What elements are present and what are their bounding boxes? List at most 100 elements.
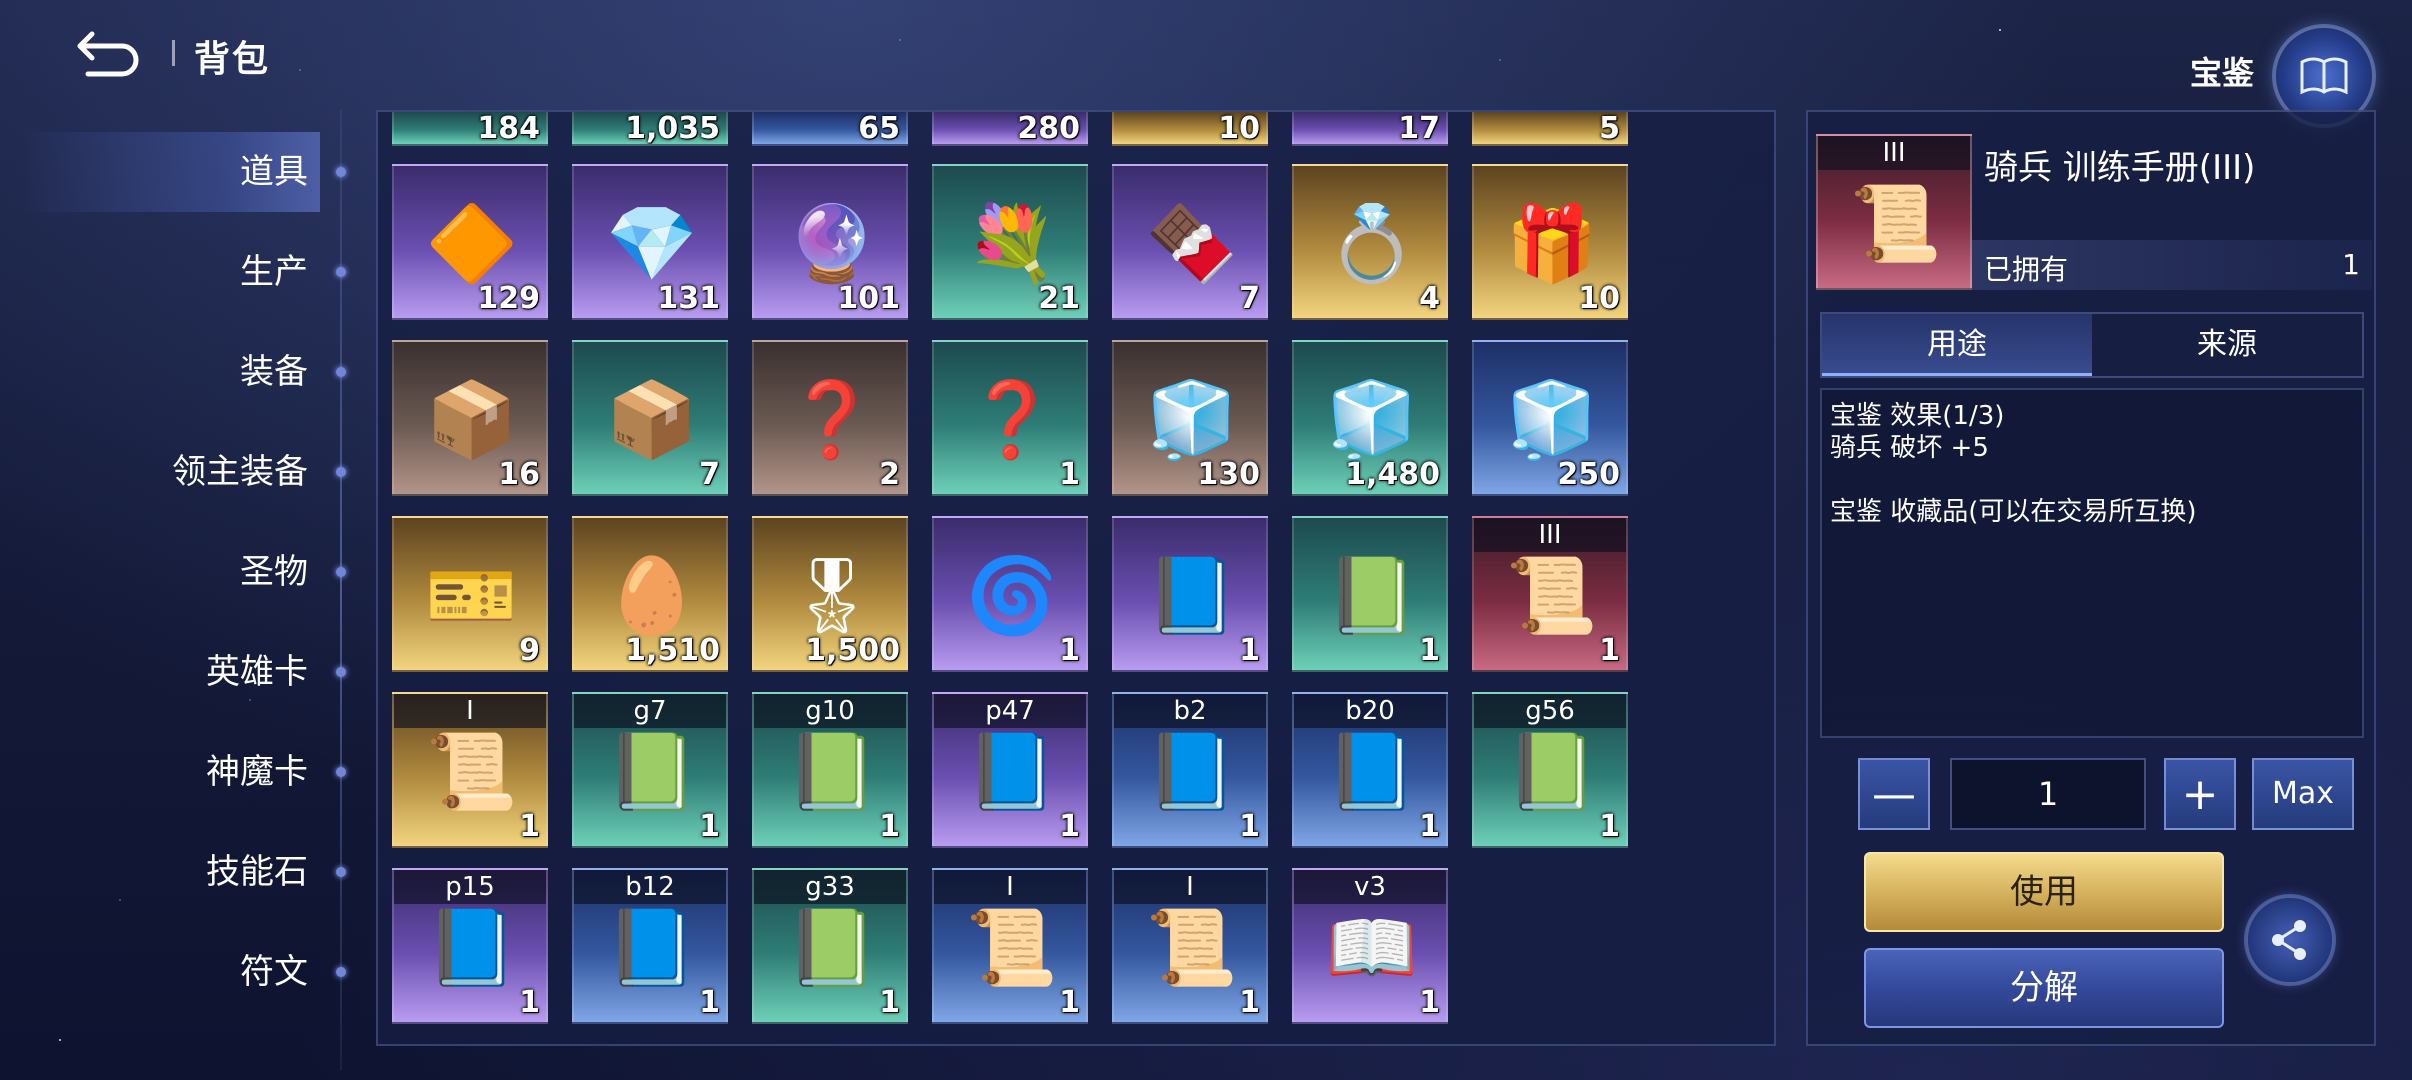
owned-label: 已拥有 <box>1984 253 2069 286</box>
inventory-slot[interactable]: 🎖 1,500 <box>752 516 908 672</box>
sidebar-item-relics[interactable]: 圣物 <box>20 532 320 612</box>
inventory-slot[interactable]: 📜 I 1 <box>392 692 548 848</box>
item-count: 1 <box>1419 633 1440 668</box>
item-count: 9 <box>519 633 540 668</box>
use-button[interactable]: 使用 <box>1864 852 2224 932</box>
item-count: 1 <box>1239 985 1260 1020</box>
item-tier-tag: b20 <box>1294 694 1446 728</box>
inventory-slot[interactable]: 📗 1 <box>1292 516 1448 672</box>
back-button[interactable] <box>72 22 148 82</box>
item-count: 1 <box>1059 633 1080 668</box>
item-count: 1,500 <box>805 633 900 668</box>
sidebar-item-production[interactable]: 生产 <box>20 232 320 312</box>
decrease-button[interactable]: — <box>1858 758 1930 830</box>
sidebar-item-props[interactable]: 道具 <box>20 132 320 212</box>
item-tier-tag: g7 <box>574 694 726 728</box>
share-button[interactable] <box>2248 898 2332 982</box>
inventory-slot[interactable]: 🎁 10 <box>1472 164 1628 320</box>
sidebar-dot <box>336 967 346 977</box>
item-count: 1 <box>879 985 900 1020</box>
inventory-slot[interactable]: 📖 v3 1 <box>1292 868 1448 1024</box>
item-count: 1 <box>1599 633 1620 668</box>
item-count: 184 <box>477 111 540 146</box>
inventory-slot[interactable]: ❓ 2 <box>752 340 908 496</box>
inventory-slot[interactable]: 📜 I 1 <box>932 868 1088 1024</box>
item-count: 1 <box>699 809 720 844</box>
inventory-slot[interactable]: 📘 p15 1 <box>392 868 548 1024</box>
item-count: 2 <box>879 457 900 492</box>
sidebar-item-skill-stones[interactable]: 技能石 <box>20 832 320 912</box>
quantity-input[interactable] <box>1950 758 2146 830</box>
item-count: 10 <box>1578 281 1620 316</box>
inventory-slot[interactable]: 10 <box>1112 112 1268 146</box>
inventory-slot[interactable]: 📜 I 1 <box>1112 868 1268 1024</box>
book-icon <box>2300 57 2348 95</box>
item-count: 1,510 <box>625 633 720 668</box>
inventory-slot[interactable]: 🌀 1 <box>932 516 1088 672</box>
sidebar-item-divine-cards[interactable]: 神魔卡 <box>20 732 320 812</box>
inventory-slot[interactable]: 📘 p47 1 <box>932 692 1088 848</box>
sidebar-dot <box>336 867 346 877</box>
item-tier-tag: I <box>394 694 546 728</box>
max-button[interactable]: Max <box>2252 758 2354 830</box>
inventory-slot[interactable]: 💐 21 <box>932 164 1088 320</box>
inventory-slot[interactable]: ❓ 1 <box>932 340 1088 496</box>
item-count: 16 <box>498 457 540 492</box>
inventory-slot[interactable]: 📗 g10 1 <box>752 692 908 848</box>
sidebar-dot <box>336 267 346 277</box>
inventory-slot[interactable]: 1,035 <box>572 112 728 146</box>
inventory-slot[interactable]: 📘 b12 1 <box>572 868 728 1024</box>
item-tier-tag: III <box>1818 136 1970 170</box>
inventory-slot[interactable]: 💎 131 <box>572 164 728 320</box>
item-tier-tag: III <box>1474 518 1626 552</box>
tab-source[interactable]: 来源 <box>2092 314 2362 376</box>
sidebar-dot <box>336 367 346 377</box>
inventory-slot[interactable]: 📦 16 <box>392 340 548 496</box>
item-count: 1 <box>1059 985 1080 1020</box>
item-count: 1 <box>1239 809 1260 844</box>
inventory-slot[interactable]: 🥚 1,510 <box>572 516 728 672</box>
inventory-slot[interactable]: 🔶 129 <box>392 164 548 320</box>
inventory-slot[interactable]: 📗 g7 1 <box>572 692 728 848</box>
category-sidebar: 道具 生产 装备 领主装备 圣物 英雄卡 神魔卡 技能石 符文 <box>0 110 350 1080</box>
inventory-slot[interactable]: 🍫 7 <box>1112 164 1268 320</box>
inventory-slot[interactable]: 📗 g56 1 <box>1472 692 1628 848</box>
item-count: 131 <box>657 281 720 316</box>
decompose-button[interactable]: 分解 <box>1864 948 2224 1028</box>
inventory-slot[interactable]: 184 <box>392 111 548 146</box>
sidebar-item-lord-equipment[interactable]: 领主装备 <box>20 432 320 512</box>
tab-usage[interactable]: 用途 <box>1822 314 2092 376</box>
sidebar-item-hero-cards[interactable]: 英雄卡 <box>20 632 320 712</box>
item-count: 1 <box>1239 633 1260 668</box>
item-tier-tag: I <box>934 870 1086 904</box>
item-count: 4 <box>1419 281 1440 316</box>
item-count: 1 <box>1599 809 1620 844</box>
inventory-slot[interactable]: 📦 7 <box>572 340 728 496</box>
inventory-slot[interactable]: 5 <box>1472 112 1628 146</box>
item-count: 7 <box>1239 281 1260 316</box>
item-count: 1 <box>519 809 540 844</box>
item-count: 250 <box>1557 457 1620 492</box>
item-count: 21 <box>1038 281 1080 316</box>
inventory-slot[interactable]: 📗 g33 1 <box>752 868 908 1024</box>
inventory-slot[interactable]: 📘 b2 1 <box>1112 692 1268 848</box>
increase-button[interactable]: + <box>2164 758 2236 830</box>
inventory-slot[interactable]: 17 <box>1292 111 1448 146</box>
sidebar-item-equipment[interactable]: 装备 <box>20 332 320 412</box>
item-count: 17 <box>1398 111 1440 146</box>
inventory-slot[interactable]: 🧊 130 <box>1112 340 1268 496</box>
inventory-grid: 184 1,035 65 280 10 17 5 🔶 129 💎 131 🔮 101 💐 21 🍫 7 💍 4 🎁 10… <box>376 110 1776 1046</box>
inventory-slot[interactable]: 65 <box>752 112 908 146</box>
inventory-slot[interactable]: 280 <box>932 112 1088 146</box>
inventory-slot[interactable]: 🔮 101 <box>752 164 908 320</box>
inventory-slot[interactable]: 🧊 1,480 <box>1292 340 1448 496</box>
selected-item-icon: 📜 III <box>1816 134 1972 290</box>
sidebar-item-runes[interactable]: 符文 <box>20 932 320 1012</box>
description-line: 骑兵 破坏 +5 <box>1830 433 1989 463</box>
inventory-slot[interactable]: 📘 1 <box>1112 516 1268 672</box>
inventory-slot[interactable]: 💍 4 <box>1292 164 1448 320</box>
inventory-slot[interactable]: 🧊 250 <box>1472 340 1628 496</box>
inventory-slot[interactable]: 📘 b20 1 <box>1292 692 1448 848</box>
inventory-slot[interactable]: 📜 III 1 <box>1472 516 1628 672</box>
inventory-slot[interactable]: 🎫 9 <box>392 516 548 672</box>
